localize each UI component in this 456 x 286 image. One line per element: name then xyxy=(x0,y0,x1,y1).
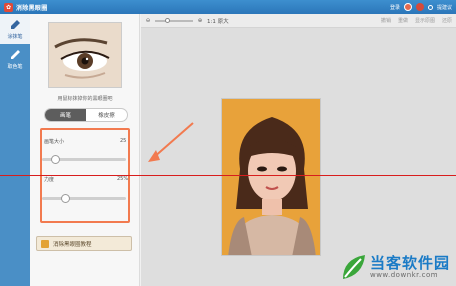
annotation-arrow-icon xyxy=(148,122,194,162)
watermark-brand: 当客软件园 xyxy=(369,254,450,272)
watermark: 当客软件园 www.downkr.com xyxy=(339,253,450,281)
app-window: ✿ 消除黑眼圈 登录 提建议 涂抹笔 取色笔 用鼠标抹掉你的黑眼圈吧 画笔 橡皮… xyxy=(0,0,456,286)
leaf-logo-icon xyxy=(342,255,365,279)
watermark-url: www.downkr.com xyxy=(369,271,439,279)
